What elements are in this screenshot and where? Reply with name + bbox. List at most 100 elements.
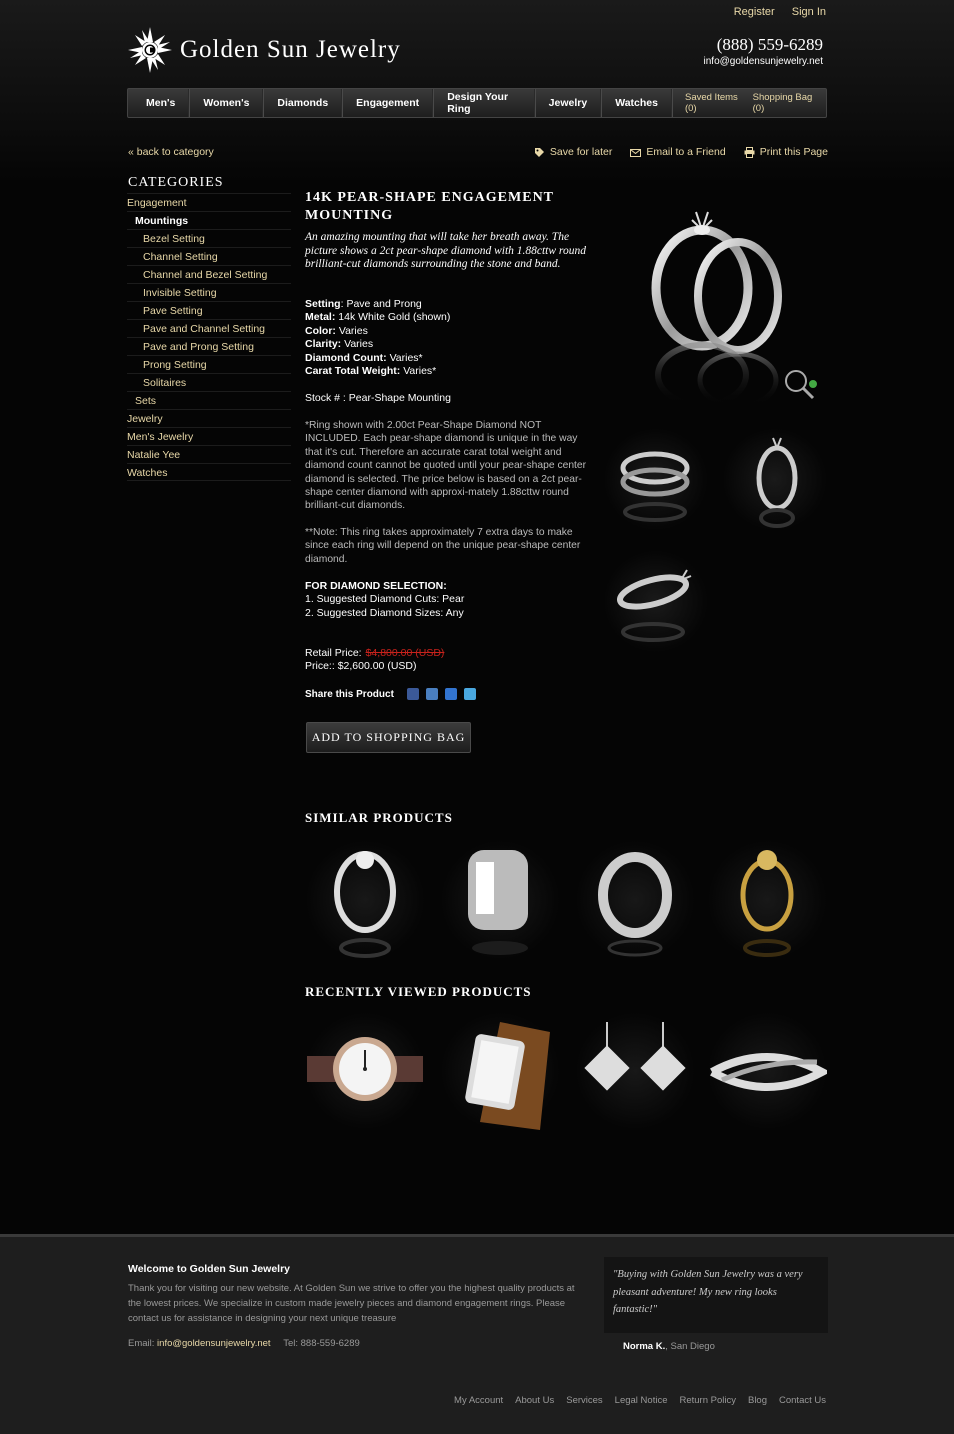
footer-tel: Tel: 888-559-6289 (283, 1338, 360, 1349)
footer-link-blog[interactable]: Blog (748, 1395, 767, 1406)
footer-email-link[interactable]: info@goldensunjewelry.net (157, 1338, 271, 1349)
footer-link-legal-notice[interactable]: Legal Notice (615, 1395, 668, 1406)
nav-diamonds[interactable]: Diamonds (263, 89, 343, 117)
footer: Welcome to Golden Sun Jewelry Thank you … (0, 1234, 954, 1434)
similar-products-title: SIMILAR PRODUCTS (305, 810, 453, 825)
save-for-later-link[interactable]: Save for later (534, 146, 612, 158)
email-friend-link[interactable]: Email to a Friend (630, 146, 726, 158)
main-product-image[interactable] (620, 200, 830, 415)
category-channel-setting[interactable]: Channel Setting (127, 247, 291, 265)
similar-product-1[interactable] (305, 840, 425, 960)
category-solitaires[interactable]: Solitaires (127, 373, 291, 391)
earrings-product-image (584, 1022, 686, 1091)
ring-thumbnail-image (620, 451, 690, 522)
diamond-selection-item: 1. Suggested Diamond Cuts: Pear (305, 593, 465, 606)
recent-product-4[interactable] (707, 1012, 831, 1130)
recent-product-2[interactable] (440, 1012, 560, 1130)
nav-watches[interactable]: Watches (601, 89, 672, 117)
print-page-link[interactable]: Print this Page (744, 146, 828, 158)
phone-number: (888) 559-6289 (716, 35, 823, 54)
sale-price-row: Price:: $2,600.00 (USD) (305, 660, 417, 673)
category-pave-setting[interactable]: Pave Setting (127, 301, 291, 319)
footer-link-return-policy[interactable]: Return Policy (679, 1395, 736, 1406)
nav-cart-links: Saved Items (0) Shopping Bag (0) (671, 89, 826, 117)
footer-nav: My Account About Us Services Legal Notic… (442, 1395, 826, 1406)
retail-price-row: Retail Price: $4,800.00 (USD) (305, 647, 445, 659)
category-jewelry[interactable]: Jewelry (127, 409, 291, 427)
product-intro: An amazing mounting that will take her b… (305, 231, 586, 270)
thumbnail-1[interactable] (603, 428, 708, 531)
thumbnail-2[interactable] (722, 428, 827, 531)
spec-color: Color: Varies (305, 324, 368, 337)
saved-items-link[interactable]: Saved Items (0) (685, 92, 741, 114)
category-watches[interactable]: Watches (127, 463, 291, 481)
ring-thumbnail-image (756, 437, 798, 528)
spec-carat-weight: Carat Total Weight: Varies* (305, 365, 437, 378)
category-mens-jewelry[interactable]: Men's Jewelry (127, 427, 291, 445)
shopping-bag-link[interactable]: Shopping Bag (0) (753, 92, 814, 114)
product-actions: Save for later Email to a Friend Print t… (516, 146, 828, 158)
back-to-category-link[interactable]: « back to category (128, 146, 214, 158)
recently-viewed-title: RECENTLY VIEWED PRODUCTS (305, 984, 532, 999)
category-pave-channel-setting[interactable]: Pave and Channel Setting (127, 319, 291, 337)
recent-product-1[interactable] (305, 1012, 425, 1130)
watch-product-image (307, 1037, 423, 1101)
retail-price: $4,800.00 (USD) (365, 647, 445, 659)
add-to-shopping-bag-button[interactable]: ADD TO SHOPPING BAG (306, 722, 471, 753)
logo-text: Golden Sun Jewelry (180, 36, 401, 63)
nav-womens[interactable]: Women's (189, 89, 264, 117)
categories-list: Engagement Mountings Bezel Setting Chann… (127, 193, 291, 481)
ring-thumbnail-image (617, 569, 692, 642)
share-icon[interactable] (425, 688, 438, 700)
recent-product-3[interactable] (575, 1012, 695, 1130)
footer-contact: Email: info@goldensunjewelry.net Tel: 88… (128, 1338, 360, 1349)
delicious-icon[interactable] (444, 688, 457, 700)
nav-mens[interactable]: Men's (128, 89, 190, 117)
gold-ring-product-image (740, 850, 794, 957)
testimonial-author: Norma K., San Diego (623, 1341, 715, 1352)
twitter-icon[interactable] (463, 688, 476, 700)
category-pave-prong-setting[interactable]: Pave and Prong Setting (127, 337, 291, 355)
ring-product-image (334, 851, 396, 958)
register-link[interactable]: Register (734, 6, 775, 18)
category-mountings[interactable]: Mountings (127, 211, 291, 229)
category-engagement[interactable]: Engagement (127, 193, 291, 211)
watch-product-image (465, 1022, 550, 1130)
logo[interactable]: Golden Sun Jewelry (128, 26, 401, 74)
spec-diamond-count: Diamond Count: Varies* (305, 351, 423, 364)
spec-setting: Setting: Pave and Prong (305, 298, 422, 310)
similar-product-3[interactable] (575, 840, 695, 960)
band-product-image (598, 852, 672, 957)
similar-product-4[interactable] (707, 840, 827, 960)
sign-in-link[interactable]: Sign In (792, 6, 826, 18)
category-channel-bezel-setting[interactable]: Channel and Bezel Setting (127, 265, 291, 283)
nav-engagement[interactable]: Engagement (342, 89, 434, 117)
similar-product-2[interactable] (440, 840, 560, 960)
footer-link-services[interactable]: Services (566, 1395, 602, 1406)
header-email[interactable]: info@goldensunjewelry.net (704, 56, 823, 67)
category-invisible-setting[interactable]: Invisible Setting (127, 283, 291, 301)
product-specs: Setting: Pave and Prong Metal: 14k White… (305, 298, 450, 378)
nav-jewelry[interactable]: Jewelry (534, 89, 602, 117)
category-natalie-yee[interactable]: Natalie Yee (127, 445, 291, 463)
footer-welcome: Welcome to Golden Sun Jewelry (128, 1263, 291, 1275)
envelope-icon (630, 149, 642, 157)
mens-ring-product-image (468, 850, 528, 955)
thumbnail-3[interactable] (603, 550, 708, 653)
category-bezel-setting[interactable]: Bezel Setting (127, 229, 291, 247)
category-prong-setting[interactable]: Prong Setting (127, 355, 291, 373)
diamond-selection-title: FOR DIAMOND SELECTION: (305, 580, 447, 592)
product-note-2: **Note: This ring takes approximately 7 … (305, 527, 581, 565)
footer-link-contact-us[interactable]: Contact Us (779, 1395, 826, 1406)
nav-design-your-ring[interactable]: Design Your Ring (433, 89, 535, 117)
footer-link-my-account[interactable]: My Account (454, 1395, 503, 1406)
sun-logo-icon (128, 27, 172, 73)
footer-link-about-us[interactable]: About Us (515, 1395, 554, 1406)
facebook-icon[interactable] (406, 688, 419, 700)
footer-text: Thank you for visiting our new website. … (128, 1283, 575, 1324)
share-label: Share this Product (305, 688, 394, 700)
category-sets[interactable]: Sets (127, 391, 291, 409)
price-block: Retail Price: $4,800.00 (USD) Price:: $2,… (305, 647, 444, 674)
diamond-selection: FOR DIAMOND SELECTION: 1. Suggested Diam… (305, 580, 464, 620)
stock-number: Stock # : Pear-Shape Mounting (305, 392, 451, 404)
